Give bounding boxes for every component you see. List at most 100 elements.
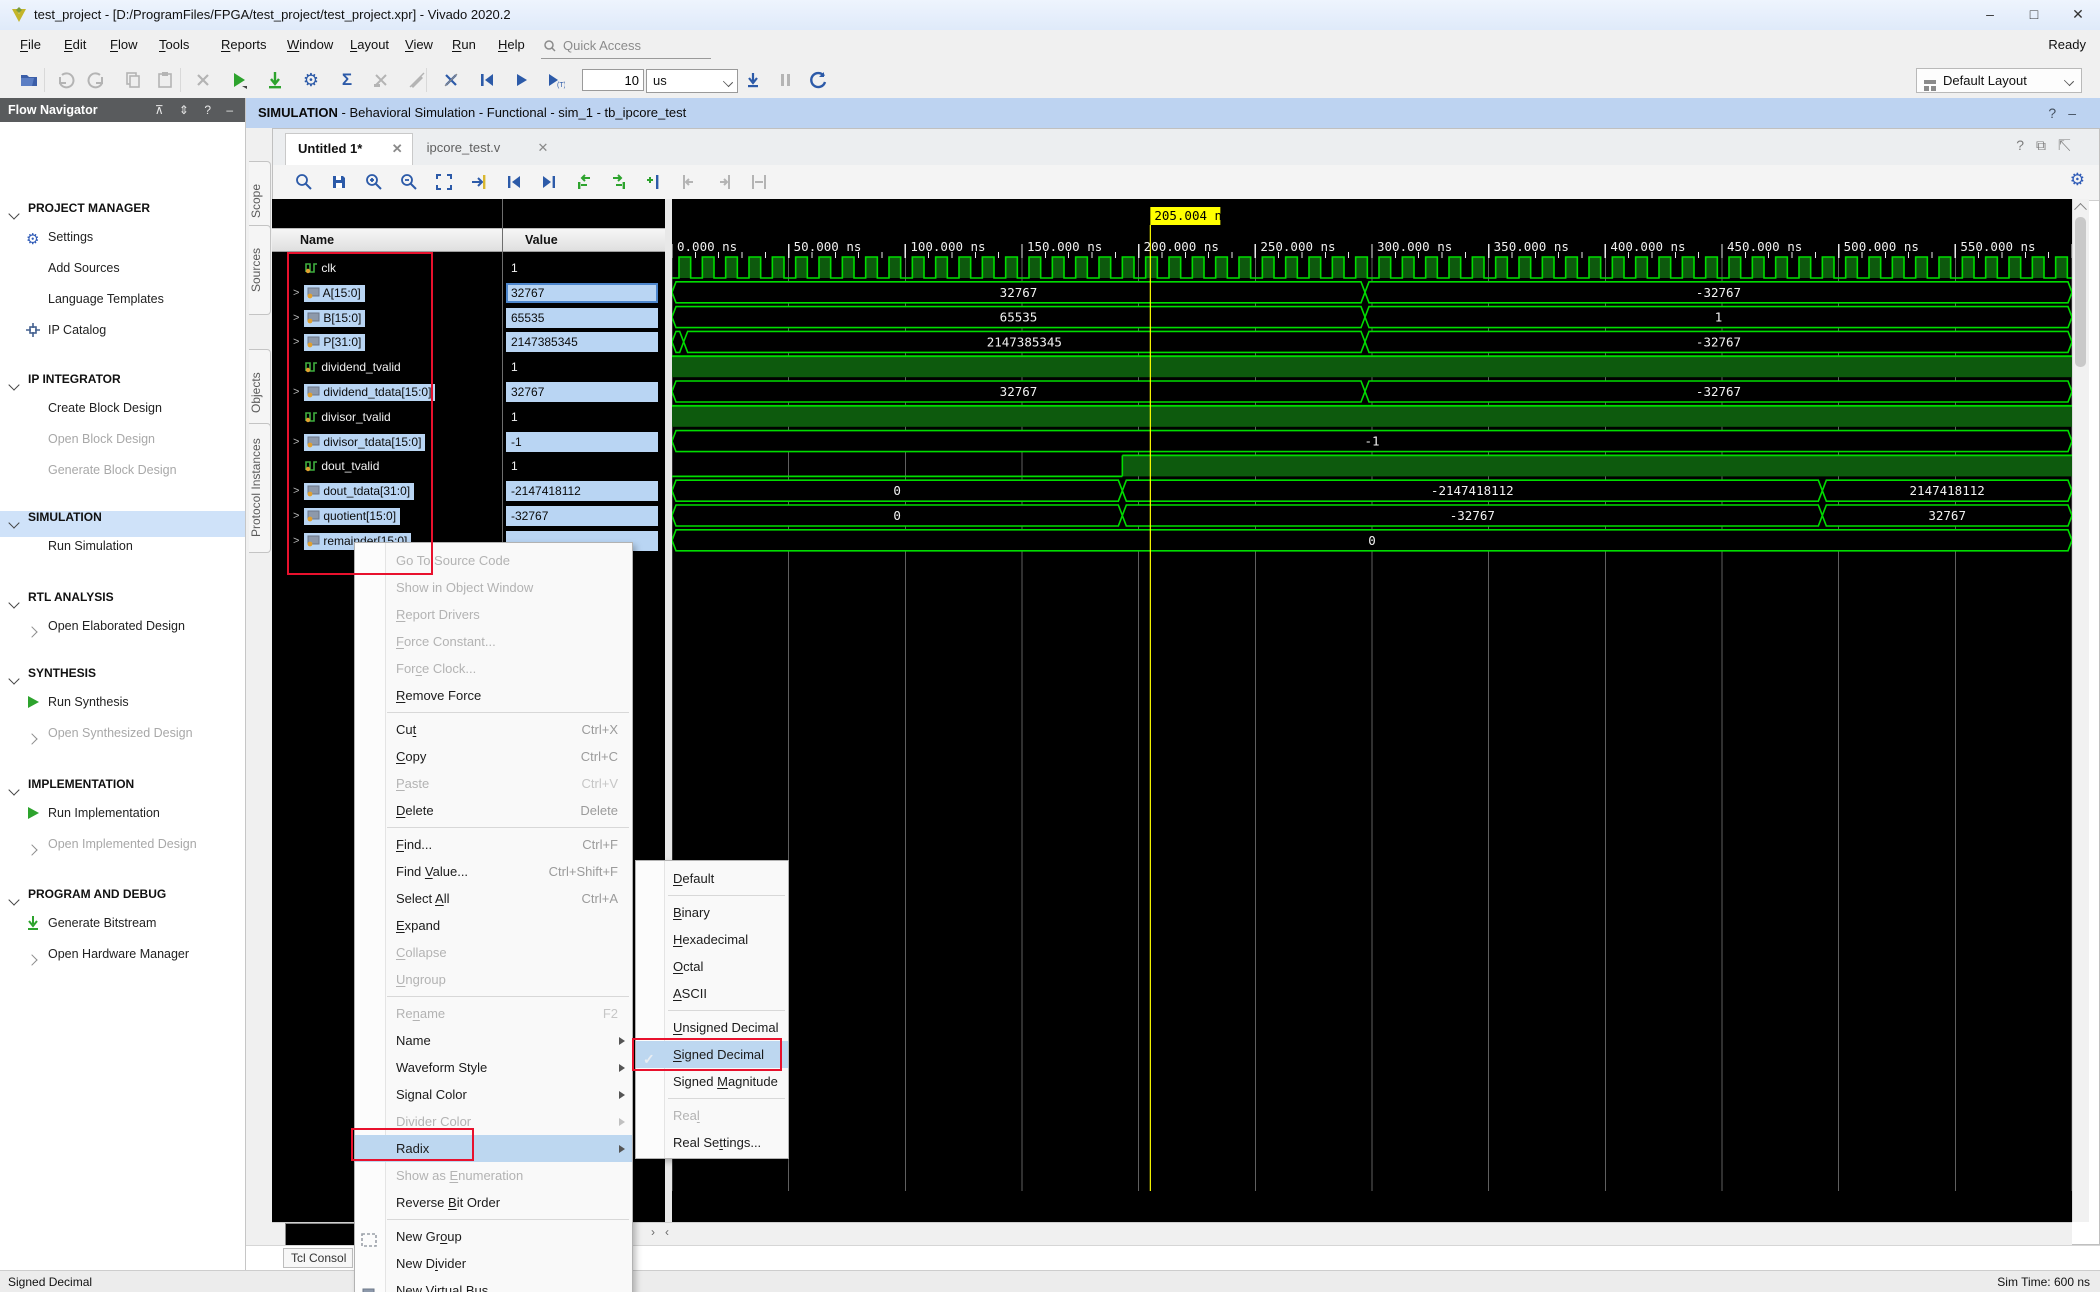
signal-name[interactable]: clk <box>304 260 336 277</box>
sidebar-section-rtl-analysis[interactable]: RTL ANALYSIS <box>28 590 114 604</box>
close-button[interactable]: ✕ <box>2056 0 2100 29</box>
menubar-item-reports[interactable]: Reports <box>221 37 267 52</box>
wavetb-search-icon[interactable] <box>291 169 317 195</box>
waveform-canvas[interactable]: 0.000 ns50.000 ns100.000 ns150.000 ns200… <box>672 199 2072 1222</box>
sidebar-item-create-block-design[interactable]: Create Block Design <box>48 401 162 415</box>
signal-value-row[interactable]: 1 <box>503 256 665 281</box>
sidebar-item-open-hardware-manager[interactable]: Open Hardware Manager <box>48 947 189 961</box>
help-icon[interactable]: ? <box>2048 105 2068 121</box>
signal-row[interactable]: dout_tvalid <box>272 454 502 479</box>
wavetb-goto-time-cursor-icon[interactable] <box>466 169 492 195</box>
signal-name[interactable]: divisor_tdata[15:0] <box>304 434 425 451</box>
name-column-header[interactable]: Name <box>272 228 502 252</box>
signal-row[interactable]: dividend_tvalid <box>272 355 502 380</box>
sidebar-item-settings[interactable]: Settings <box>48 230 93 244</box>
toolbar-open-project-icon[interactable] <box>16 67 42 93</box>
signal-value-row[interactable]: 2147385345 <box>503 330 665 355</box>
wavetb-zoom-out-icon[interactable] <box>396 169 422 195</box>
signal-row[interactable]: divisor_tvalid <box>272 405 502 430</box>
signal-value[interactable]: -2147418112 <box>506 481 658 501</box>
menu-item-signed-decimal[interactable]: Signed Decimal✓ <box>636 1041 788 1068</box>
expand-signal-icon[interactable]: > <box>293 436 299 449</box>
menubar-item-tools[interactable]: Tools <box>159 37 189 52</box>
collapse-left-icon[interactable]: ‹ <box>665 1225 669 1239</box>
signal-value[interactable]: 32767 <box>506 283 658 303</box>
collapse-chevron-icon[interactable] <box>10 594 18 612</box>
toolbar-settings-gear-icon[interactable]: ⚙ <box>298 67 324 93</box>
menu-item-find-value-[interactable]: Find Value...Ctrl+Shift+F <box>355 858 632 885</box>
signal-value[interactable]: -1 <box>506 432 658 452</box>
menu-item-signal-color[interactable]: Signal Color <box>355 1081 632 1108</box>
sidebar-section-program-and-debug[interactable]: PROGRAM AND DEBUG <box>28 887 166 901</box>
menubar-item-window[interactable]: Window <box>287 37 333 52</box>
menu-item-octal[interactable]: Octal <box>636 953 788 980</box>
signal-name[interactable]: quotient[15:0] <box>304 508 400 525</box>
float-window-icon[interactable]: ⧉ <box>2036 137 2058 153</box>
menu-item-select-all[interactable]: Select AllCtrl+A <box>355 885 632 912</box>
menubar-item-layout[interactable]: Layout <box>350 37 389 52</box>
signal-name[interactable]: P[31:0] <box>304 334 365 351</box>
sidebar-item-add-sources[interactable]: Add Sources <box>48 261 120 275</box>
expand-signal-icon[interactable]: > <box>293 336 299 349</box>
menubar-item-help[interactable]: Help <box>498 37 525 52</box>
flow-navigator-header-icons[interactable]: ⊼ ⇕ ? – <box>155 98 239 122</box>
sidebar-item-open-elaborated-design[interactable]: Open Elaborated Design <box>48 619 185 633</box>
signal-row[interactable]: clk <box>272 256 502 281</box>
signal-row[interactable]: > quotient[15:0] <box>272 504 502 529</box>
value-column-header[interactable]: Value <box>503 228 665 252</box>
menu-item-default[interactable]: Default <box>636 865 788 892</box>
signal-value-row[interactable]: -32767 <box>503 504 665 529</box>
run-time-input[interactable] <box>582 69 644 91</box>
close-tab-icon[interactable]: ✕ <box>537 133 548 163</box>
menu-item-ascii[interactable]: ASCII <box>636 980 788 1007</box>
signal-value-row[interactable]: 32767 <box>503 380 665 405</box>
signal-row[interactable]: > dout_tdata[31:0] <box>272 479 502 504</box>
signal-value[interactable]: 2147385345 <box>506 332 658 352</box>
expand-chevron-icon[interactable] <box>28 951 36 969</box>
expand-signal-icon[interactable]: > <box>293 287 299 300</box>
quick-access-input[interactable]: Quick Access <box>541 34 711 59</box>
menu-item-reverse-bit-order[interactable]: Reverse Bit Order <box>355 1189 632 1216</box>
help-icon[interactable]: ? <box>2016 137 2036 153</box>
menu-item-signed-magnitude[interactable]: Signed Magnitude <box>636 1068 788 1095</box>
sidebar-item-run-synthesis[interactable]: Run Synthesis <box>48 695 129 709</box>
waveform-settings-gear-icon[interactable]: ⚙ <box>2070 170 2085 190</box>
sidebar-section-synthesis[interactable]: SYNTHESIS <box>28 666 96 680</box>
expand-chevron-icon[interactable] <box>28 623 36 641</box>
collapse-chevron-icon[interactable] <box>10 781 18 799</box>
sidebar-section-implementation[interactable]: IMPLEMENTATION <box>28 777 134 791</box>
wavetb-add-marker-icon[interactable] <box>641 169 667 195</box>
wavetb-previous-transition-icon[interactable] <box>571 169 597 195</box>
signal-row[interactable]: > A[15:0] <box>272 281 502 306</box>
wavetb-save-waveform-icon[interactable] <box>326 169 352 195</box>
signal-value[interactable]: 32767 <box>506 382 658 402</box>
menu-item-unsigned-decimal[interactable]: Unsigned Decimal <box>636 1014 788 1041</box>
minimize-button[interactable]: – <box>1968 0 2012 29</box>
menubar-item-view[interactable]: View <box>405 37 433 52</box>
signal-value[interactable]: 65535 <box>506 308 658 328</box>
signal-value[interactable]: 1 <box>506 357 658 377</box>
toolbar-step-time-icon[interactable] <box>740 67 766 93</box>
signal-value[interactable]: -32767 <box>506 506 658 526</box>
tab-ipcore-test-v[interactable]: ipcore_test.v✕ <box>415 133 558 165</box>
sidebar-section-ip-integrator[interactable]: IP INTEGRATOR <box>28 372 121 386</box>
menu-item-new-group[interactable]: New Group <box>355 1223 632 1250</box>
expand-right-icon[interactable]: › <box>651 1225 655 1239</box>
maximize-button[interactable]: □ <box>2012 0 2056 29</box>
menu-item-hexadecimal[interactable]: Hexadecimal <box>636 926 788 953</box>
signal-name[interactable]: divisor_tvalid <box>304 409 391 426</box>
toolbar-relaunch-icon[interactable] <box>806 67 832 93</box>
signal-name[interactable]: dout_tdata[31:0] <box>304 483 414 500</box>
tab-untitled-1-[interactable]: Untitled 1*✕ <box>285 133 413 165</box>
expand-chevron-icon[interactable] <box>28 841 36 859</box>
signal-row[interactable]: > divisor_tdata[15:0] <box>272 430 502 455</box>
expand-signal-icon[interactable]: > <box>293 386 299 399</box>
menu-item-new-divider[interactable]: New Divider <box>355 1250 632 1277</box>
expand-signal-icon[interactable]: > <box>293 535 299 548</box>
signal-value-row[interactable]: 1 <box>503 355 665 380</box>
expand-signal-icon[interactable]: > <box>293 510 299 523</box>
signal-row[interactable]: > dividend_tdata[15:0] <box>272 380 502 405</box>
collapse-chevron-icon[interactable] <box>10 514 18 532</box>
collapse-chevron-icon[interactable] <box>10 891 18 909</box>
toolbar-restart-sim-icon[interactable] <box>474 67 500 93</box>
